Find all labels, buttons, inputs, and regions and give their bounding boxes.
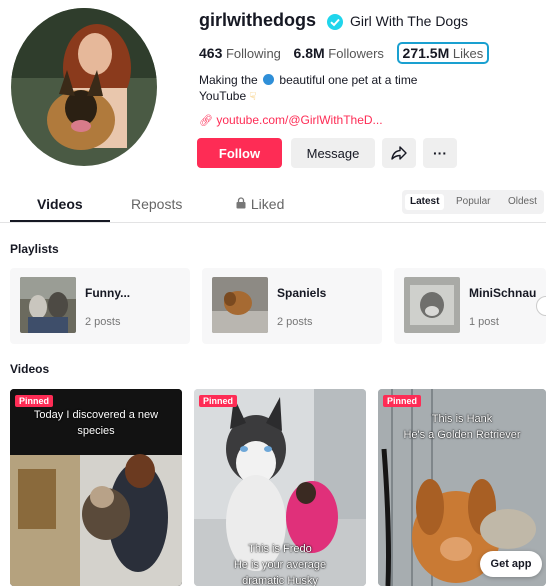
playlist-thumbnail (404, 277, 460, 333)
avatar-image (11, 8, 157, 166)
pinned-badge: Pinned (15, 395, 54, 407)
playlist-title: MiniSchnau (469, 286, 537, 300)
playlist-card[interactable]: Spaniels 2 posts (202, 268, 382, 344)
video-card[interactable]: Pinned This is Fredo He is your average … (194, 389, 366, 586)
playlist-card[interactable]: Funny... 2 posts (10, 268, 190, 344)
video-caption-line: species (77, 425, 115, 437)
likes-count: 271.5M (402, 45, 450, 61)
playlist-post-count: 1 post (469, 316, 499, 328)
get-app-button[interactable]: Get app (480, 551, 542, 577)
playlist-post-count: 2 posts (85, 316, 121, 328)
profile-link-text[interactable]: youtube.com/@GirlWithTheD... (216, 113, 382, 127)
playlist-title: Spaniels (277, 286, 327, 300)
following-count[interactable]: 463 (199, 45, 222, 61)
profile-stats: 463 Following 6.8M Followers 271.5M Like… (199, 42, 490, 64)
tab-liked[interactable]: Liked (235, 196, 284, 212)
video-caption-line: He's a Golden Retriever (403, 429, 521, 441)
more-options-button[interactable]: ··· (423, 138, 457, 168)
playlist-card[interactable]: MiniSchnau 1 post (394, 268, 546, 344)
profile-avatar[interactable] (11, 8, 157, 166)
video-card[interactable]: Pinned Today I discovered a new species (10, 389, 182, 586)
tab-videos[interactable]: Videos (37, 196, 83, 212)
profile-bio: Making the beautiful one pet at a time Y… (199, 72, 417, 105)
video-caption-line: This is Fredo (248, 543, 312, 555)
video-caption-line: He is your average (233, 559, 327, 571)
following-label[interactable]: Following (226, 46, 281, 61)
tab-reposts[interactable]: Reposts (131, 196, 182, 212)
bio-text-prefix: Making the (199, 73, 258, 87)
followers-count[interactable]: 6.8M (294, 45, 325, 61)
lock-icon (235, 196, 251, 212)
sort-latest[interactable]: Latest (405, 194, 445, 210)
playlists-heading: Playlists (10, 242, 59, 256)
followers-label[interactable]: Followers (328, 46, 384, 61)
video-caption-line: dramatic Husky (242, 575, 318, 586)
share-button[interactable] (382, 138, 416, 168)
profile-link[interactable]: 🔗︎ youtube.com/@GirlWithTheD... (199, 113, 383, 127)
share-arrow-icon (391, 146, 407, 160)
link-icon: 🔗︎ (199, 115, 213, 127)
bio-text-suffix: beautiful one pet at a time (279, 73, 418, 87)
profile-handle: girlwithedogs (199, 10, 316, 30)
tab-liked-label: Liked (250, 196, 285, 212)
verified-badge-icon (327, 14, 343, 30)
tab-divider (0, 222, 546, 223)
likes-label: Likes (452, 46, 484, 61)
video-caption-line: This is Hank (431, 413, 493, 425)
playlist-thumbnail (20, 277, 76, 333)
pinned-badge: Pinned (199, 395, 238, 407)
videos-heading: Videos (10, 362, 50, 376)
sort-popular[interactable]: Popular (451, 194, 495, 210)
playlist-post-count: 2 posts (277, 316, 313, 328)
sort-toggle-group: Latest Popular Oldest (402, 190, 544, 214)
profile-display-name: Girl With The Dogs (350, 13, 468, 29)
video-caption-line: Today I discovered a new (33, 409, 159, 421)
playlist-title: Funny... (85, 286, 131, 300)
globe-icon (263, 74, 275, 85)
message-button[interactable]: Message (291, 138, 375, 168)
sort-oldest[interactable]: Oldest (503, 194, 542, 210)
likes-highlight-box: 271.5M Likes (396, 42, 490, 64)
pinned-badge: Pinned (383, 395, 422, 407)
bio-text-line2: YouTube (199, 89, 247, 103)
playlist-thumbnail (212, 277, 268, 333)
follow-button[interactable]: Follow (197, 138, 282, 168)
pointing-hand-icon: ☟ (249, 91, 257, 103)
